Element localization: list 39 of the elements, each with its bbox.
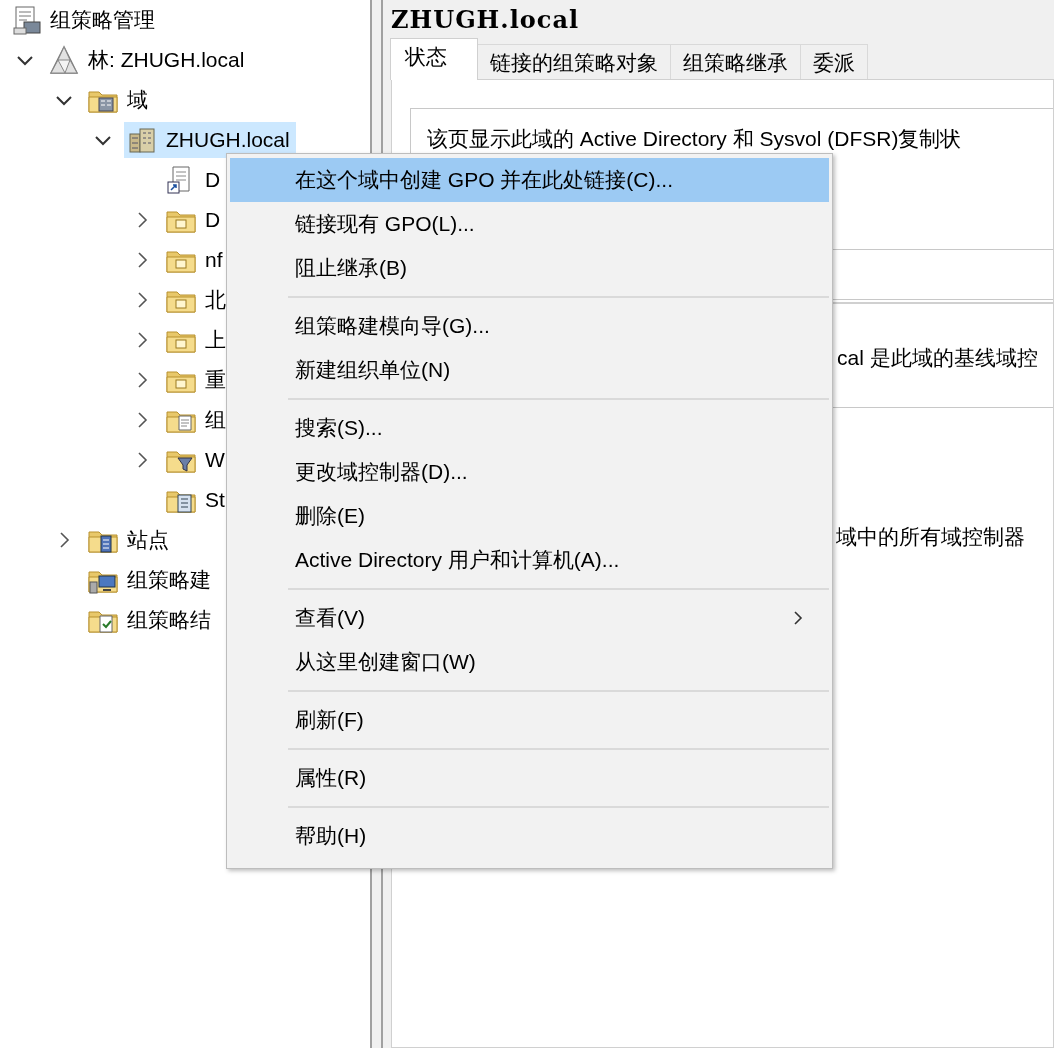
tree-item[interactable]: 组策略管理	[8, 2, 161, 38]
menu-item[interactable]: 属性(R)	[230, 756, 829, 800]
triangle-icon	[48, 44, 80, 76]
menu-item[interactable]: 查看(V)	[230, 596, 829, 640]
tree-item[interactable]: 站点	[85, 522, 175, 558]
baseline-text: cal 是此域的基线域控	[837, 346, 1038, 369]
menu-item[interactable]: 更改域控制器(D)...	[230, 450, 829, 494]
menu-item[interactable]: Active Directory 用户和计算机(A)...	[230, 538, 829, 582]
tree-item[interactable]: 组策略结	[85, 602, 217, 638]
tree-item[interactable]: 林: ZHUGH.local	[46, 42, 251, 78]
menu-item[interactable]: 新建组织单位(N)	[230, 348, 829, 392]
tree-item[interactable]: 组	[163, 402, 232, 438]
menu-item[interactable]: 从这里创建窗口(W)	[230, 640, 829, 684]
tree-item[interactable]: St	[163, 482, 231, 518]
console-icon	[10, 4, 42, 36]
domain-controllers-text: 域中的所有域控制器	[836, 525, 1025, 548]
tree-item[interactable]: 组策略建	[85, 562, 217, 598]
menu-item[interactable]: 链接现有 GPO(L)...	[230, 202, 829, 246]
menu-item[interactable]: 删除(E)	[230, 494, 829, 538]
tree-item[interactable]: W	[163, 442, 231, 478]
tree-item[interactable]: 北	[163, 282, 232, 318]
detail-title: ZHUGH.local	[390, 4, 581, 36]
tree-item[interactable]: ZHUGH.local	[124, 122, 296, 158]
menu-item[interactable]: 帮助(H)	[230, 814, 829, 858]
tree-item[interactable]: 域	[85, 82, 154, 118]
status-description: 该页显示此域的 Active Directory 和 Sysvol (DFSR)复制状	[427, 127, 962, 150]
tab[interactable]: 状态	[390, 38, 478, 80]
tree-item[interactable]: 重	[163, 362, 232, 398]
tree-item[interactable]: D	[163, 202, 227, 238]
tree-item[interactable]: nf	[163, 242, 229, 278]
menu-item[interactable]: 在这个域中创建 GPO 并在此处链接(C)...	[230, 158, 829, 202]
tree-item[interactable]: 上	[163, 322, 232, 358]
menu-item[interactable]: 搜索(S)...	[230, 406, 829, 450]
menu-item[interactable]: 组策略建模向导(G)...	[230, 304, 829, 348]
menu-item[interactable]: 刷新(F)	[230, 698, 829, 742]
chevron-icon	[791, 610, 805, 626]
tree-item[interactable]: D	[163, 162, 227, 198]
tab[interactable]: 委派	[800, 44, 868, 80]
menu-item[interactable]: 阻止继承(B)	[230, 246, 829, 290]
